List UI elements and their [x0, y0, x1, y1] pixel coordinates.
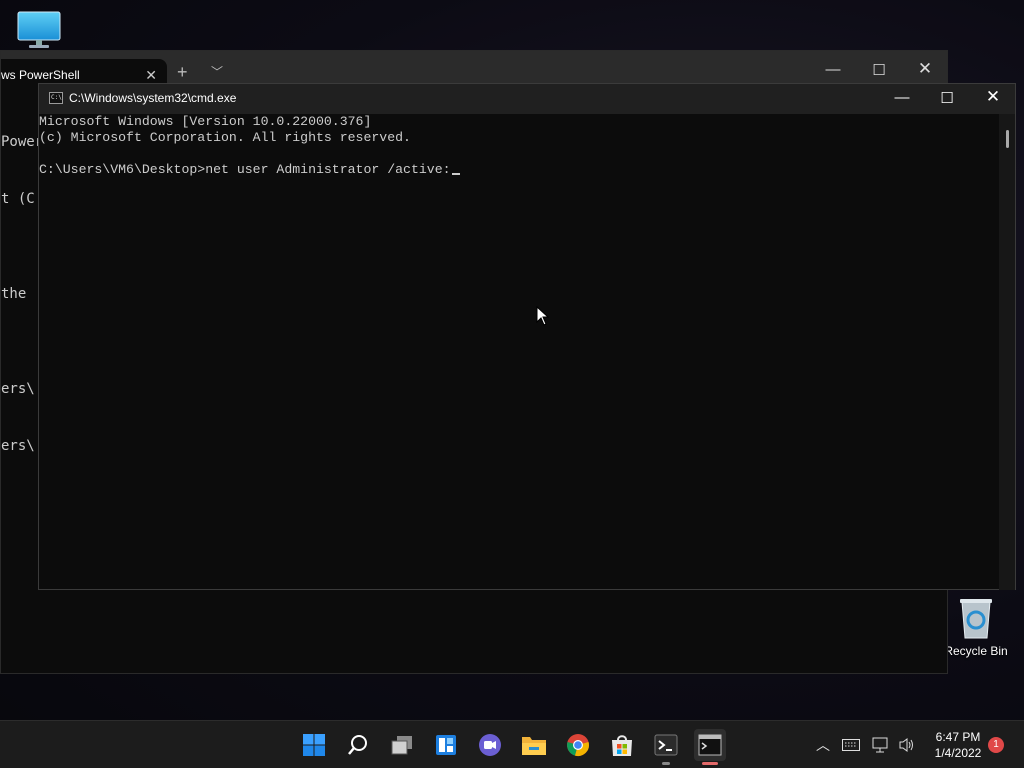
clock-date: 1/4/2022 — [934, 746, 982, 760]
chevron-down-icon[interactable]: ﹀ — [211, 63, 223, 80]
windows-logo-icon — [303, 734, 325, 756]
network-icon[interactable] — [872, 721, 890, 768]
folder-icon — [522, 737, 546, 755]
terminal-line: t (C — [1, 191, 35, 207]
recycle-bin-label: Recycle Bin — [944, 644, 1008, 658]
terminal-line: the — [1, 286, 35, 302]
mouse-pointer-icon — [536, 306, 550, 326]
terminal-button[interactable] — [650, 729, 682, 765]
terminal-line: ers\ — [1, 438, 35, 454]
recycle-bin-desktop-icon[interactable]: Recycle Bin — [944, 596, 1008, 658]
search-icon — [348, 735, 367, 755]
maximize-icon[interactable]: ☐ — [869, 61, 889, 79]
active-indicator — [702, 762, 718, 765]
clock-time: 6:47 PM — [935, 730, 981, 744]
start-button[interactable] — [298, 729, 330, 761]
keyboard-icon[interactable] — [842, 721, 860, 768]
task-view-button[interactable] — [386, 729, 418, 761]
volume-icon[interactable] — [898, 721, 916, 768]
chat-button[interactable] — [474, 729, 506, 761]
cmd-app-icon: C:\ — [49, 92, 63, 104]
tab-close-icon[interactable]: ✕ — [145, 67, 157, 84]
notification-badge[interactable]: 1 — [988, 737, 1004, 753]
tab-title: ws PowerShell — [1, 68, 80, 82]
chat-icon — [479, 734, 501, 756]
cmd-console[interactable]: Microsoft Windows [Version 10.0.22000.37… — [39, 114, 999, 590]
cmd-window[interactable]: C:\ C:\Windows\system32\cmd.exe — ☐ ✕ Mi… — [38, 83, 1016, 590]
system-clock[interactable]: 6:47 PM 1/4/2022 — [926, 729, 990, 761]
widgets-button[interactable] — [430, 729, 462, 761]
console-line: Microsoft Windows [Version 10.0.22000.37… — [39, 114, 372, 129]
minimize-icon[interactable]: — — [890, 89, 914, 106]
console-command: C:\Users\VM6\Desktop>net user Administra… — [39, 162, 451, 177]
monitor-icon — [17, 11, 61, 48]
keyboard-glyph — [842, 739, 860, 751]
maximize-icon[interactable]: ☐ — [935, 89, 959, 107]
terminal-line: ers\ — [1, 381, 35, 397]
terminal-icon — [654, 734, 678, 756]
recycle-bin-icon — [960, 599, 992, 639]
cmd-button[interactable] — [694, 729, 726, 765]
console-input-line[interactable]: C:\Users\VM6\Desktop>net user Administra… — [39, 162, 999, 178]
chrome-icon — [567, 734, 589, 756]
close-icon[interactable]: ✕ — [915, 59, 935, 79]
vertical-scrollbar[interactable] — [999, 114, 1015, 590]
chrome-button[interactable] — [562, 729, 594, 761]
store-button[interactable] — [606, 729, 638, 761]
running-indicator — [662, 762, 670, 765]
widgets-icon — [436, 735, 456, 755]
text-cursor — [451, 173, 460, 175]
chevron-up-icon[interactable]: ︿ — [816, 721, 830, 768]
cmd-window-title: C:\Windows\system32\cmd.exe — [69, 91, 237, 105]
cmd-icon — [698, 734, 722, 756]
file-explorer-button[interactable] — [518, 729, 550, 761]
scrollbar-thumb[interactable] — [1006, 130, 1009, 148]
task-view-icon — [391, 736, 412, 755]
close-icon[interactable]: ✕ — [981, 87, 1005, 107]
volume-glyph — [899, 738, 913, 752]
console-line: (c) Microsoft Corporation. All rights re… — [39, 130, 411, 145]
search-button[interactable] — [342, 729, 374, 761]
this-pc-desktop-icon[interactable] — [14, 10, 64, 50]
terminal-output: Power t (C the ers\ ers\ — [1, 95, 41, 494]
cmd-titlebar[interactable]: C:\ C:\Windows\system32\cmd.exe — ☐ ✕ — [39, 84, 1015, 114]
store-icon — [612, 735, 632, 756]
new-tab-icon[interactable]: + — [177, 62, 188, 83]
terminal-line: Power — [1, 134, 41, 150]
taskbar: ︿ 6:47 PM 1/4/2022 1 — [0, 720, 1024, 768]
minimize-icon[interactable]: — — [823, 61, 843, 78]
network-glyph — [872, 737, 888, 753]
